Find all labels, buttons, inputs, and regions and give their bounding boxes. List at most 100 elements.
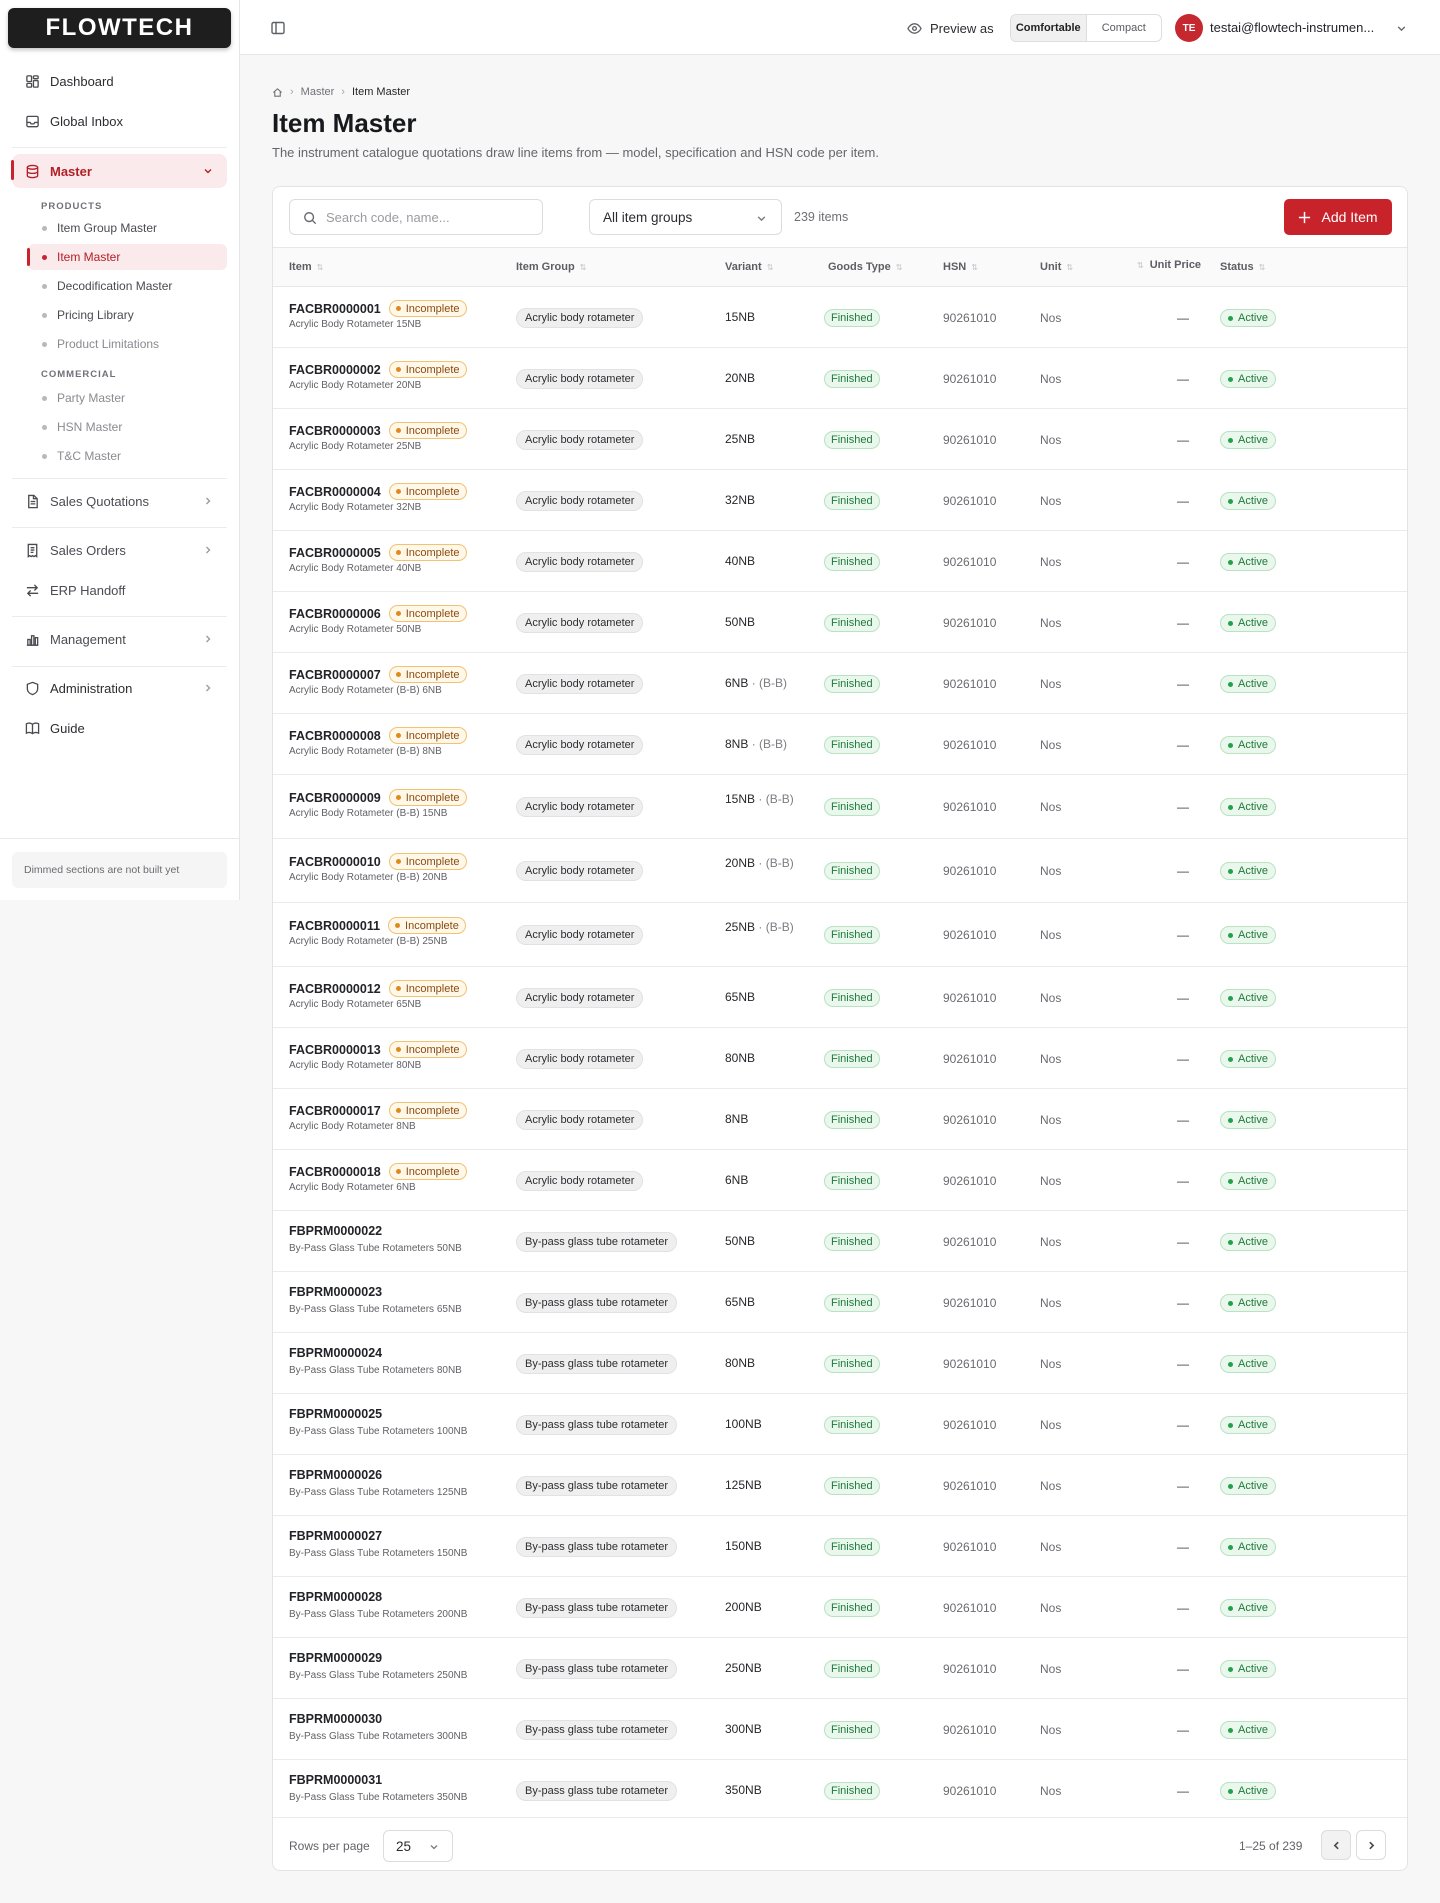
table-row[interactable]: FBPRM0000025 By-Pass Glass Tube Rotameter… — [273, 1394, 1407, 1455]
item-code-cell: FACBR0000002 Incomplete — [289, 361, 467, 378]
items-card: Search code, name... All item groups 239… — [272, 186, 1408, 1871]
item-code[interactable]: FACBR0000005 — [289, 546, 381, 560]
user-email[interactable]: testai@flowtech-instrumen... — [1210, 20, 1385, 35]
item-code[interactable]: FBPRM0000027 — [289, 1529, 382, 1543]
sidebar-item-global-inbox[interactable]: Global Inbox — [12, 105, 227, 137]
table-row[interactable]: FBPRM0000026 By-Pass Glass Tube Rotameter… — [273, 1455, 1407, 1516]
sidebar-item-decodification-master[interactable]: Decodification Master — [28, 273, 227, 299]
column-header-goods-type[interactable]: Goods Type ⇅ — [828, 261, 902, 273]
logo[interactable]: FLOWTECH — [8, 8, 231, 48]
item-code[interactable]: FBPRM0000022 — [289, 1224, 382, 1238]
sidebar-item-item-master[interactable]: Item Master — [27, 244, 227, 270]
sidebar-item-management[interactable]: Management — [12, 623, 227, 655]
column-header-hsn[interactable]: HSN ⇅ — [943, 261, 978, 273]
sidebar-item-erp-handoff[interactable]: ERP Handoff — [12, 574, 227, 606]
rows-per-page-select[interactable]: 25 — [383, 1830, 453, 1862]
sidebar-item-pricing-library[interactable]: Pricing Library — [28, 302, 227, 328]
unit-value: Nos — [1040, 555, 1062, 569]
sidebar-item-sales-orders[interactable]: Sales Orders — [12, 534, 227, 566]
item-code[interactable]: FACBR0000006 — [289, 607, 381, 621]
sidebar-item-dashboard[interactable]: Dashboard — [12, 65, 227, 97]
item-code[interactable]: FBPRM0000026 — [289, 1468, 382, 1482]
item-code[interactable]: FACBR0000018 — [289, 1165, 381, 1179]
column-header-status[interactable]: Status ⇅ — [1220, 261, 1265, 273]
variant-value: 80NB — [725, 1356, 756, 1370]
density-comfortable-button[interactable]: Comfortable — [1011, 15, 1087, 41]
table-row[interactable]: FBPRM0000027 By-Pass Glass Tube Rotameter… — [273, 1516, 1407, 1577]
sidebar-item-tc-master[interactable]: T&C Master — [28, 443, 227, 469]
sidebar-item-guide[interactable]: Guide — [12, 712, 227, 744]
table-row[interactable]: FACBR0000012 Incomplete Acrylic Body Rotam… — [273, 967, 1407, 1028]
column-header-unit-price[interactable]: ⇅ Unit Price — [1133, 259, 1201, 271]
breadcrumb-master[interactable]: Master — [301, 86, 335, 98]
chevron-right-icon — [206, 684, 211, 692]
sidebar-item-hsn-master[interactable]: HSN Master — [28, 414, 227, 440]
column-header-variant[interactable]: Variant ⇅ — [725, 261, 773, 273]
sidebar-item-administration[interactable]: Administration — [12, 672, 227, 704]
table-row[interactable]: FBPRM0000023 By-Pass Glass Tube Rotameter… — [273, 1272, 1407, 1333]
item-code[interactable]: FACBR0000001 — [289, 302, 381, 316]
item-code[interactable]: FBPRM0000030 — [289, 1712, 382, 1726]
item-code[interactable]: FBPRM0000031 — [289, 1773, 382, 1787]
table-row[interactable]: FACBR0000005 Incomplete Acrylic Body Rotam… — [273, 531, 1407, 592]
table-row[interactable]: FBPRM0000029 By-Pass Glass Tube Rotameter… — [273, 1638, 1407, 1699]
next-page-button[interactable] — [1356, 1830, 1386, 1860]
table-row[interactable]: FACBR0000002 Incomplete Acrylic Body Rotam… — [273, 348, 1407, 409]
chevron-down-icon[interactable] — [1396, 23, 1407, 34]
item-code[interactable]: FACBR0000002 — [289, 363, 381, 377]
item-code[interactable]: FACBR0000010 — [289, 855, 381, 869]
table-row[interactable]: FBPRM0000024 By-Pass Glass Tube Rotameter… — [273, 1333, 1407, 1394]
table-row[interactable]: FBPRM0000030 By-Pass Glass Tube Rotameter… — [273, 1699, 1407, 1760]
item-code[interactable]: FACBR0000003 — [289, 424, 381, 438]
item-code[interactable]: FBPRM0000024 — [289, 1346, 382, 1360]
table-row[interactable]: FACBR0000010 Incomplete Acrylic Body Rotam… — [273, 839, 1407, 903]
item-code[interactable]: FBPRM0000029 — [289, 1651, 382, 1665]
sidebar-item-master[interactable]: Master — [11, 154, 227, 188]
table-row[interactable]: FBPRM0000022 By-Pass Glass Tube Rotameter… — [273, 1211, 1407, 1272]
column-header-unit[interactable]: Unit ⇅ — [1040, 261, 1073, 273]
unit-value: Nos — [1040, 1113, 1062, 1127]
avatar[interactable]: TE — [1175, 14, 1203, 42]
item-code[interactable]: FBPRM0000023 — [289, 1285, 382, 1299]
home-icon[interactable] — [272, 87, 283, 98]
item-code[interactable]: FACBR0000017 — [289, 1104, 381, 1118]
table-row[interactable]: FACBR0000013 Incomplete Acrylic Body Rotam… — [273, 1028, 1407, 1089]
column-header-item-group[interactable]: Item Group ⇅ — [516, 261, 586, 273]
search-input[interactable]: Search code, name... — [289, 199, 543, 235]
table-row[interactable]: FBPRM0000031 By-Pass Glass Tube Rotameter… — [273, 1760, 1407, 1821]
sidebar-item-sales-quotations[interactable]: Sales Quotations — [12, 485, 227, 517]
table-row[interactable]: FACBR0000007 Incomplete Acrylic Body Rotam… — [273, 653, 1407, 714]
table-row[interactable]: FACBR0000006 Incomplete Acrylic Body Rotam… — [273, 592, 1407, 653]
variant-value: 80NB — [725, 1051, 756, 1065]
item-code[interactable]: FACBR0000011 — [289, 919, 380, 933]
item-code[interactable]: FACBR0000012 — [289, 982, 381, 996]
table-row[interactable]: FACBR0000004 Incomplete Acrylic Body Rotam… — [273, 470, 1407, 531]
item-code-cell: FBPRM0000028 — [289, 1590, 382, 1604]
table-row[interactable]: FACBR0000018 Incomplete Acrylic Body Rotam… — [273, 1150, 1407, 1211]
table-row[interactable]: FACBR0000003 Incomplete Acrylic Body Rotam… — [273, 409, 1407, 470]
item-code[interactable]: FACBR0000009 — [289, 791, 381, 805]
table-row[interactable]: FACBR0000017 Incomplete Acrylic Body Rotam… — [273, 1089, 1407, 1150]
sidebar-toggle-icon[interactable] — [270, 20, 286, 36]
table-row[interactable]: FBPRM0000028 By-Pass Glass Tube Rotameter… — [273, 1577, 1407, 1638]
sidebar-item-item-group-master[interactable]: Item Group Master — [28, 215, 227, 241]
column-header-item[interactable]: Item ⇅ — [289, 261, 323, 273]
item-code[interactable]: FACBR0000007 — [289, 668, 381, 682]
item-code[interactable]: FACBR0000013 — [289, 1043, 381, 1057]
table-row[interactable]: FACBR0000011 Incomplete Acrylic Body Rotam… — [273, 903, 1407, 967]
variant-value: 100NB — [725, 1417, 762, 1431]
sidebar-item-party-master[interactable]: Party Master — [28, 385, 227, 411]
sidebar-item-product-limitations[interactable]: Product Limitations — [28, 331, 227, 357]
item-code[interactable]: FACBR0000008 — [289, 729, 381, 743]
item-code[interactable]: FBPRM0000028 — [289, 1590, 382, 1604]
preview-as-button[interactable]: Preview as — [907, 17, 994, 39]
item-group-filter[interactable]: All item groups — [589, 199, 782, 235]
table-row[interactable]: FACBR0000008 Incomplete Acrylic Body Rotam… — [273, 714, 1407, 775]
item-code[interactable]: FACBR0000004 — [289, 485, 381, 499]
table-row[interactable]: FACBR0000009 Incomplete Acrylic Body Rotam… — [273, 775, 1407, 839]
table-row[interactable]: FACBR0000001 Incomplete Acrylic Body Rotam… — [273, 287, 1407, 348]
density-compact-button[interactable]: Compact — [1087, 15, 1162, 41]
item-code[interactable]: FBPRM0000025 — [289, 1407, 382, 1421]
add-item-button[interactable]: Add Item — [1284, 199, 1392, 235]
previous-page-button[interactable] — [1321, 1830, 1351, 1860]
